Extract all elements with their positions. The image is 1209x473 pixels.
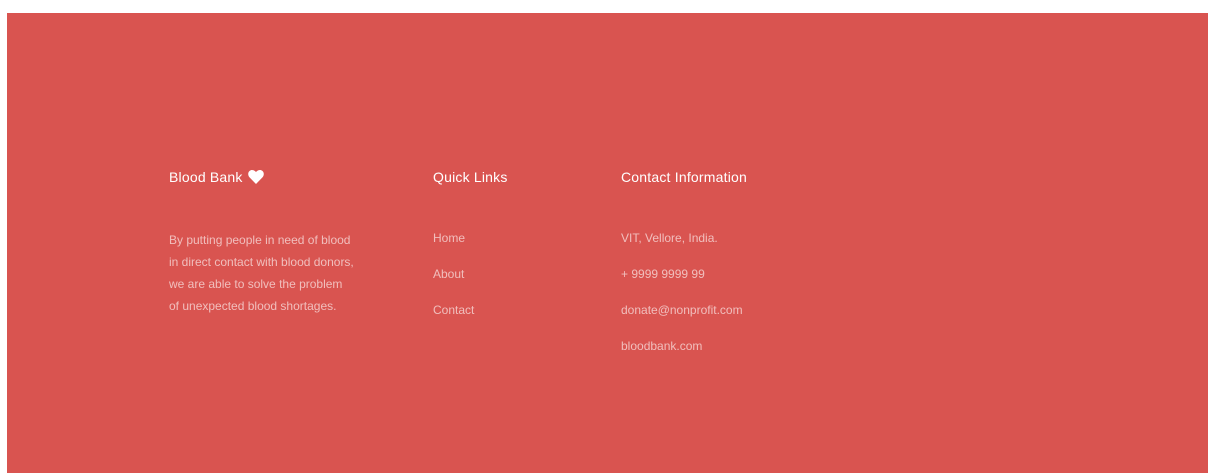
list-item: About xyxy=(433,267,583,303)
contact-address: VIT, Vellore, India. xyxy=(621,231,718,245)
quick-links-heading: Quick Links xyxy=(433,169,508,185)
contact-website: bloodbank.com xyxy=(621,339,703,353)
list-item: Contact xyxy=(433,303,583,339)
brand-description: By putting people in need of blood in di… xyxy=(169,233,354,313)
contact-list: VIT, Vellore, India. + 9999 9999 99 dona… xyxy=(621,231,841,375)
list-item: Home xyxy=(433,231,583,267)
site-footer: Blood Bank By putting people in need of … xyxy=(7,13,1208,473)
contact-link[interactable]: Contact xyxy=(433,303,474,317)
contact-phone: + 9999 9999 99 xyxy=(621,267,705,281)
home-link[interactable]: Home xyxy=(433,231,465,245)
footer-contact-column: Contact Information VIT, Vellore, India.… xyxy=(621,169,841,375)
brand-heading: Blood Bank xyxy=(169,169,369,185)
footer-quick-links-column: Quick Links Home About Contact xyxy=(433,169,583,339)
about-link[interactable]: About xyxy=(433,267,464,281)
quick-links-list: Home About Contact xyxy=(433,231,583,339)
contact-email: donate@nonprofit.com xyxy=(621,303,743,317)
heart-icon xyxy=(247,170,264,184)
footer-brand-column: Blood Bank By putting people in need of … xyxy=(169,169,369,317)
contact-heading: Contact Information xyxy=(621,169,747,185)
brand-title: Blood Bank xyxy=(169,169,243,185)
